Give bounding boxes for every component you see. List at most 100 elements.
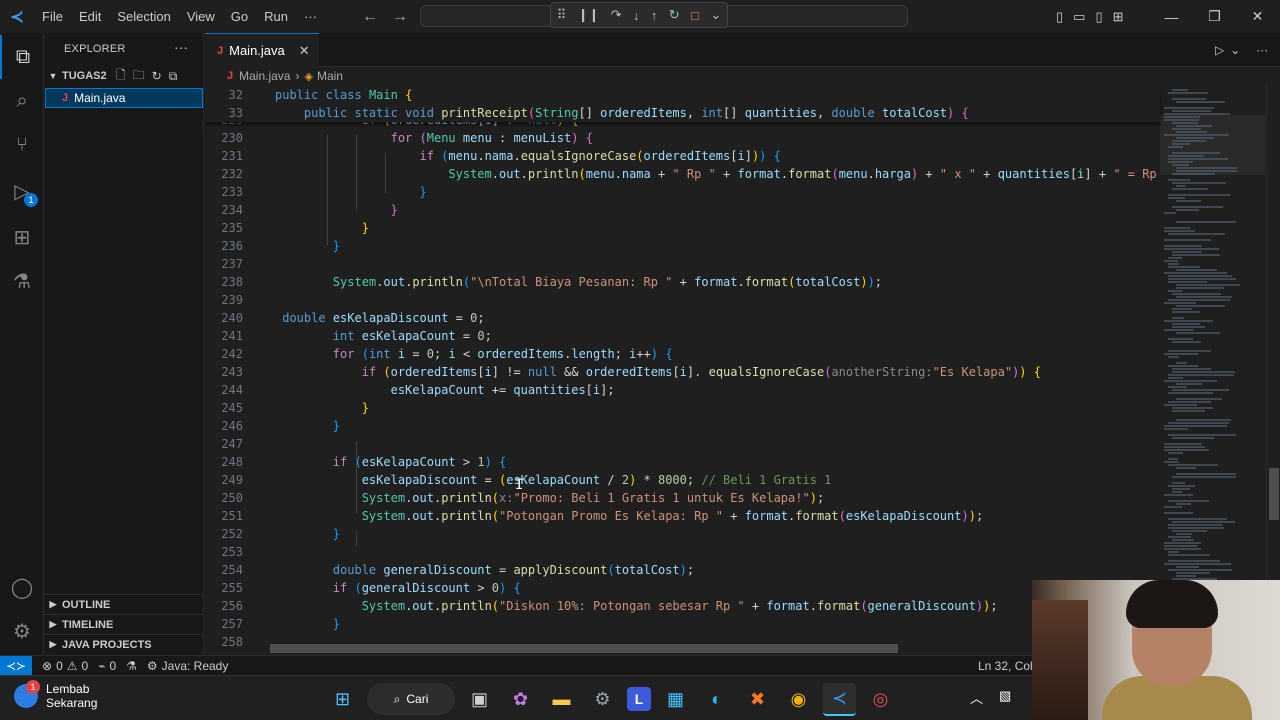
restore-icon[interactable]: ❐ bbox=[1193, 8, 1236, 25]
folder-tugas2[interactable]: ▼ TUGAS2 🗋 🗀 ↻ ⧉ bbox=[44, 65, 204, 87]
task-view-icon[interactable]: ▣ bbox=[463, 683, 496, 716]
code-line[interactable]: 240 double esKelapaDiscount = 0; bbox=[205, 309, 1160, 327]
menu-go[interactable]: Go bbox=[223, 0, 256, 33]
restart-icon[interactable]: ↻ bbox=[669, 7, 680, 23]
code-line[interactable]: 231 if (menu.nama.equalsIgnoreCase(order… bbox=[205, 147, 1160, 165]
chrome-icon[interactable]: ◉ bbox=[782, 683, 815, 716]
toggle-panel-icon[interactable]: ▭ bbox=[1073, 9, 1085, 25]
step-over-icon[interactable]: ↷ bbox=[611, 7, 622, 23]
more-actions-icon[interactable]: ··· bbox=[1256, 43, 1268, 57]
vscode-taskbar-icon[interactable]: ≺ bbox=[823, 682, 856, 716]
toggle-secondary-sidebar-icon[interactable]: ▯ bbox=[1095, 9, 1102, 25]
vertical-scroll-thumb[interactable] bbox=[1269, 468, 1279, 520]
close-window-icon[interactable]: ✕ bbox=[1236, 8, 1279, 25]
close-tab-icon[interactable]: ✕ bbox=[299, 43, 310, 59]
code-line[interactable]: 232 System.out.println(menu.nama + " Rp … bbox=[205, 165, 1160, 183]
debug-status[interactable]: ⚗ bbox=[126, 659, 137, 673]
code-line[interactable]: 235 } bbox=[205, 219, 1160, 237]
section-outline[interactable]: ▶ OUTLINE bbox=[44, 594, 204, 614]
code-line[interactable]: 250 System.out.println(x:"Promo: Beli 1 … bbox=[205, 489, 1160, 507]
code-line[interactable]: 246 } bbox=[205, 417, 1160, 435]
java-status[interactable]: ⚙ Java: Ready bbox=[147, 659, 228, 673]
menu-run[interactable]: Run bbox=[256, 0, 296, 33]
code-line[interactable]: 243 if (orderedItems[i] != null && order… bbox=[205, 363, 1160, 381]
network-icon[interactable]: ▧ bbox=[999, 688, 1011, 707]
step-out-icon[interactable]: ↑ bbox=[651, 8, 658, 23]
new-file-icon[interactable]: 🗋 bbox=[116, 66, 126, 87]
stop-icon[interactable]: □ bbox=[691, 8, 699, 23]
extensions-icon[interactable]: ⊞ bbox=[0, 215, 44, 259]
code-editor[interactable]: 229 if (orderedItems[i] != null) {230 fo… bbox=[205, 85, 1280, 655]
code-line[interactable]: 255 if (generalDiscount > 0) { bbox=[205, 579, 1160, 597]
chevron-down-icon[interactable]: ⌄ bbox=[710, 7, 721, 23]
customize-layout-icon[interactable]: ⊞ bbox=[1113, 9, 1124, 25]
more-actions-icon[interactable]: ··· bbox=[174, 39, 188, 55]
code-line[interactable]: 238 System.out.println("\nTotal Biaya Pe… bbox=[205, 273, 1160, 291]
tab-main-java[interactable]: J Main.java ✕ bbox=[205, 33, 319, 67]
horizontal-scroll-thumb[interactable] bbox=[270, 644, 898, 653]
copilot-icon[interactable]: ✿ bbox=[504, 683, 537, 716]
code-line[interactable]: 247 bbox=[205, 435, 1160, 453]
code-line[interactable]: 237 bbox=[205, 255, 1160, 273]
back-arrow-icon[interactable]: ← bbox=[362, 8, 378, 26]
run-debug-icon[interactable]: ▷ 1 bbox=[0, 169, 44, 213]
code-line[interactable]: 244 esKelapaCount += quantities[i]; bbox=[205, 381, 1160, 399]
run-icon[interactable]: ▷ bbox=[1215, 43, 1224, 57]
refresh-icon[interactable]: ↻ bbox=[152, 69, 162, 83]
section-java-projects[interactable]: ▶ JAVA PROJECTS bbox=[44, 634, 204, 654]
explorer-icon[interactable]: ⧉ bbox=[0, 35, 44, 79]
file-main-java[interactable]: J Main.java bbox=[45, 88, 203, 108]
code-line[interactable]: 254 double generalDiscount = applyDiscou… bbox=[205, 561, 1160, 579]
recorder-icon[interactable]: ◎ bbox=[864, 683, 897, 716]
minimap-viewport[interactable] bbox=[1160, 115, 1265, 175]
weather-widget[interactable]: 1 Lembab Sekarang bbox=[14, 680, 97, 710]
cursor-position[interactable]: Ln 32, Col bbox=[978, 656, 1033, 676]
code-line[interactable]: 253 bbox=[205, 543, 1160, 561]
start-menu-icon[interactable]: ⊞ bbox=[326, 683, 359, 716]
problems-indicator[interactable]: ⊗ 0 ⚠ 0 bbox=[42, 659, 88, 673]
code-line[interactable]: 256 System.out.println("Diskon 10%: Poto… bbox=[205, 597, 1160, 615]
code-line[interactable]: 257 } bbox=[205, 615, 1160, 633]
store-icon[interactable]: ▦ bbox=[659, 683, 692, 716]
menu-file[interactable]: File bbox=[34, 0, 71, 33]
code-line[interactable]: 230 for (Menu menu : menuList) { bbox=[205, 129, 1160, 147]
code-line[interactable]: 245 } bbox=[205, 399, 1160, 417]
new-folder-icon[interactable]: 🗀 bbox=[133, 66, 145, 87]
search-icon[interactable]: ⌕ bbox=[0, 79, 44, 123]
code-line[interactable]: 251 System.out.println("Potongan Promo E… bbox=[205, 507, 1160, 525]
minimap[interactable] bbox=[1160, 85, 1265, 655]
code-line[interactable]: 241 int esKelapaCount = 0; bbox=[205, 327, 1160, 345]
code-line[interactable]: 248 if (esKelapaCount > 1) { bbox=[205, 453, 1160, 471]
pause-icon[interactable]: ❙❙ bbox=[578, 7, 600, 23]
edge-icon[interactable]: ◐ bbox=[700, 683, 733, 716]
breadcrumb-symbol[interactable]: Main bbox=[317, 69, 343, 83]
code-line[interactable]: 239 bbox=[205, 291, 1160, 309]
remote-indicator-icon[interactable]: ≺≻ bbox=[0, 655, 32, 676]
account-icon[interactable]: ◯ bbox=[0, 565, 44, 609]
vertical-scrollbar[interactable] bbox=[1266, 85, 1280, 655]
settings-gear-icon[interactable]: ⚙ bbox=[0, 609, 44, 653]
taskbar-search[interactable]: ⌕ Cari bbox=[367, 683, 455, 715]
code-line[interactable]: 236 } bbox=[205, 237, 1160, 255]
ports-indicator[interactable]: ⌁ 0 bbox=[98, 659, 116, 673]
toggle-sidebar-icon[interactable]: ▯ bbox=[1056, 9, 1063, 25]
sticky-scroll-line[interactable]: 32 public class Main { bbox=[205, 86, 1160, 104]
section-timeline[interactable]: ▶ TIMELINE bbox=[44, 614, 204, 634]
chevron-up-icon[interactable]: ︿ bbox=[970, 688, 983, 707]
sticky-scroll-line[interactable]: 33 public static void printReceipt(Strin… bbox=[205, 104, 1160, 122]
menu-more[interactable]: ··· bbox=[296, 0, 325, 33]
file-explorer-icon[interactable]: ▬ bbox=[545, 683, 578, 716]
menu-view[interactable]: View bbox=[179, 0, 223, 33]
code-line[interactable]: 252 } bbox=[205, 525, 1160, 543]
code-line[interactable]: 234 } bbox=[205, 201, 1160, 219]
l-app-icon[interactable]: L bbox=[627, 687, 651, 711]
drag-handle-icon[interactable]: ⠿ bbox=[557, 7, 567, 23]
collapse-all-icon[interactable]: ⧉ bbox=[169, 69, 178, 84]
xampp-icon[interactable]: ✖ bbox=[741, 683, 774, 716]
forward-arrow-icon[interactable]: → bbox=[392, 8, 408, 26]
testing-icon[interactable]: ⚗ bbox=[0, 259, 44, 303]
breadcrumb-file[interactable]: Main.java bbox=[239, 69, 290, 83]
source-control-icon[interactable]: ⑂ bbox=[0, 123, 44, 167]
chevron-down-icon[interactable]: ⌄ bbox=[1230, 43, 1240, 57]
settings-app-icon[interactable]: ⚙ bbox=[586, 683, 619, 716]
